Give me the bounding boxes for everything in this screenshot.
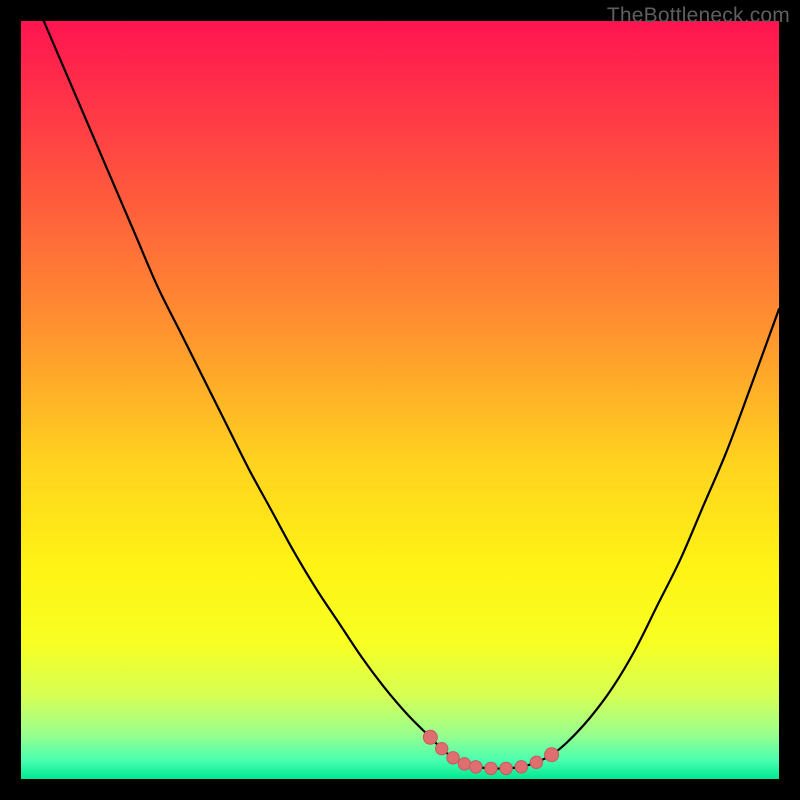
marker-point — [485, 762, 497, 774]
marker-point — [530, 756, 542, 768]
marker-point — [470, 761, 482, 773]
curve-layer — [21, 21, 779, 779]
watermark-text: TheBottleneck.com — [607, 4, 790, 28]
plot-area — [21, 21, 779, 779]
marker-point — [423, 730, 437, 744]
bottleneck-curve — [21, 21, 779, 769]
marker-point — [447, 752, 459, 764]
marker-point — [435, 742, 447, 754]
marker-point — [458, 758, 470, 770]
marker-point — [545, 748, 559, 762]
marker-point — [515, 761, 527, 773]
highlight-markers — [423, 730, 558, 774]
chart-stage: TheBottleneck.com — [0, 0, 800, 800]
marker-point — [500, 762, 512, 774]
